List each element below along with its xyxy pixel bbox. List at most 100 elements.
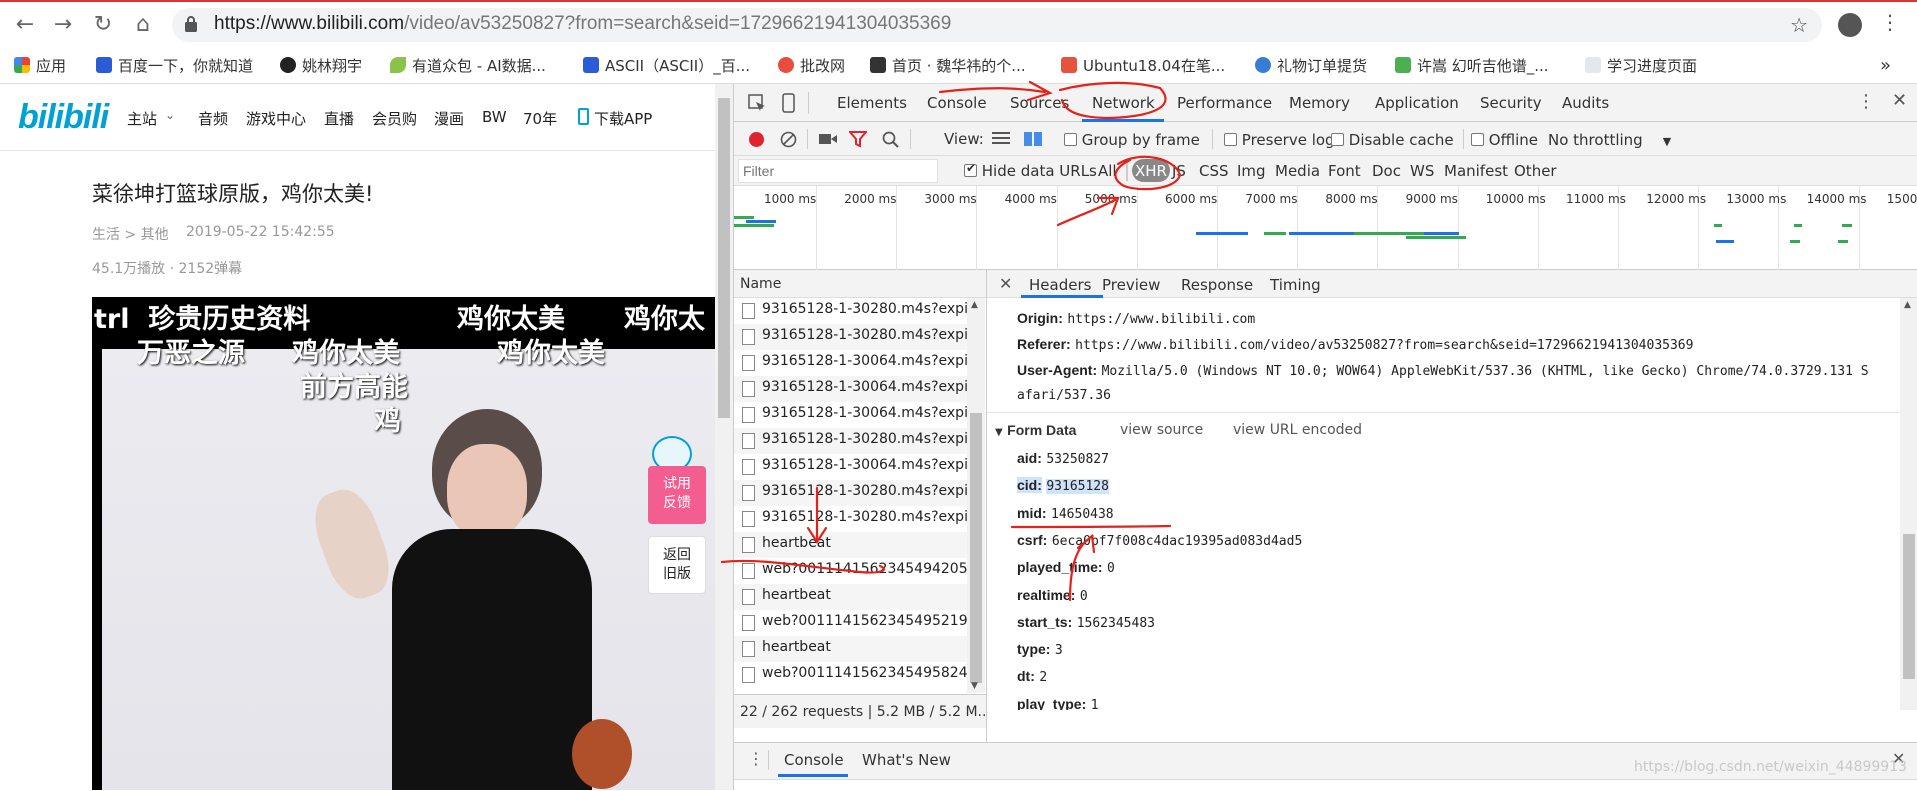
- request-row[interactable]: heartbeat: [734, 636, 974, 662]
- tab-headers[interactable]: Headers: [1029, 276, 1091, 294]
- tab-performance[interactable]: Performance: [1177, 94, 1272, 112]
- address-bar[interactable]: https://www.bilibili.com/video/av5325082…: [172, 8, 1822, 42]
- filter-type-all[interactable]: All: [1098, 162, 1117, 180]
- filter-type-manifest[interactable]: Manifest: [1444, 162, 1508, 180]
- tab-response[interactable]: Response: [1181, 276, 1253, 294]
- screenshot-icon[interactable]: [818, 132, 838, 146]
- throttling-select[interactable]: No throttling ▼: [1548, 131, 1671, 149]
- nav-70[interactable]: 70年: [523, 108, 557, 129]
- close-icon[interactable]: ✕: [1892, 90, 1907, 111]
- group-by-frame-checkbox[interactable]: Group by frame: [1064, 131, 1200, 149]
- requests-scrollbar[interactable]: ▲ ▼: [967, 298, 985, 693]
- device-toolbar-icon[interactable]: [780, 93, 798, 113]
- request-row[interactable]: 93165128-1-30280.m4s?expire: [734, 298, 974, 324]
- tab-console[interactable]: Console: [927, 94, 987, 112]
- filter-type-xhr[interactable]: XHR: [1132, 159, 1170, 182]
- checkbox[interactable]: [1064, 133, 1077, 146]
- scrollbar-thumb[interactable]: [1903, 534, 1915, 679]
- bookmark-item[interactable]: 学习进度页面: [1585, 54, 1697, 76]
- request-row[interactable]: heartbeat: [734, 532, 974, 558]
- network-timeline-overview[interactable]: 1000 ms 2000 ms 3000 ms 4000 ms 5000 ms 6000 …: [734, 186, 1917, 270]
- scroll-down-icon[interactable]: ▼: [971, 681, 978, 691]
- scroll-up-icon[interactable]: ▲: [971, 300, 978, 310]
- tab-elements[interactable]: Elements: [837, 94, 907, 112]
- request-row[interactable]: web?0011141562345495219​1...: [734, 610, 974, 636]
- scrollbar-thumb[interactable]: [718, 98, 730, 418]
- bookmark-item[interactable]: 有道众包 - AI数据...: [390, 54, 546, 76]
- tab-sources[interactable]: Sources: [1010, 94, 1069, 112]
- request-row[interactable]: 93165128-1-30064.m4s?expire: [734, 454, 974, 480]
- nav-manga[interactable]: 漫画: [434, 108, 464, 129]
- menu-icon[interactable]: ⋮: [1880, 10, 1900, 34]
- tab-preview[interactable]: Preview: [1102, 276, 1160, 294]
- filter-type-doc[interactable]: Doc: [1372, 162, 1401, 180]
- offline-checkbox[interactable]: Offline: [1467, 131, 1538, 149]
- record-icon[interactable]: [749, 132, 764, 147]
- request-row[interactable]: heartbeat: [734, 584, 974, 610]
- filter-input[interactable]: [738, 159, 938, 183]
- large-rows-icon[interactable]: [992, 132, 1010, 146]
- request-row[interactable]: 93165128-1-30280.m4s?expire: [734, 428, 974, 454]
- scroll-up-icon[interactable]: ▲: [1904, 300, 1911, 310]
- page-scrollbar[interactable]: [715, 84, 733, 790]
- star-icon[interactable]: ☆: [1790, 13, 1808, 37]
- drawer-menu-icon[interactable]: ⋮: [748, 749, 764, 768]
- waterfall-icon[interactable]: [1024, 132, 1042, 146]
- nav-download-app[interactable]: 下载APP: [594, 108, 652, 129]
- view-source-link[interactable]: view source: [1120, 422, 1203, 438]
- tab-audits[interactable]: Audits: [1562, 94, 1609, 112]
- request-row[interactable]: 93165128-1-30280.m4s?expire: [734, 324, 974, 350]
- old-version-button[interactable]: 返回 旧版: [648, 536, 706, 594]
- forward-icon[interactable]: →: [50, 12, 76, 38]
- tab-security[interactable]: Security: [1480, 94, 1542, 112]
- tab-network[interactable]: Network: [1092, 94, 1155, 112]
- drawer-tab-console[interactable]: Console: [784, 751, 844, 769]
- view-url-encoded-link[interactable]: view URL encoded: [1233, 422, 1362, 438]
- name-column-header[interactable]: Name: [734, 270, 986, 298]
- bookmark-item[interactable]: 许嵩 幻听吉他谱_...: [1395, 54, 1549, 76]
- bookmark-apps[interactable]: 应用: [14, 54, 66, 76]
- bookmarks-more[interactable]: »: [1880, 54, 1891, 76]
- checkbox[interactable]: [1471, 133, 1484, 146]
- request-row[interactable]: 93165128-1-30064.m4s?expire: [734, 402, 974, 428]
- hide-data-urls-checkbox[interactable]: ✔ Hide data URLs: [964, 161, 1097, 180]
- home-icon[interactable]: ⌂: [130, 12, 156, 38]
- search-icon[interactable]: [882, 131, 899, 148]
- disable-cache-checkbox[interactable]: Disable cache: [1331, 131, 1454, 149]
- feedback-button[interactable]: 试用 反馈: [648, 466, 706, 524]
- bookmark-item[interactable]: Ubuntu18.04在笔...: [1061, 54, 1225, 76]
- filter-type-js[interactable]: JS: [1172, 162, 1186, 180]
- checkbox[interactable]: [1224, 133, 1237, 146]
- checkbox[interactable]: [1331, 133, 1344, 146]
- filter-type-media[interactable]: Media: [1275, 162, 1320, 180]
- clear-icon[interactable]: [780, 131, 797, 148]
- bookmark-item[interactable]: 礼物订单提货: [1255, 54, 1367, 76]
- detail-scrollbar[interactable]: ▲: [1900, 298, 1917, 710]
- profile-icon[interactable]: [1838, 13, 1862, 37]
- bookmark-item[interactable]: 批改网: [778, 54, 845, 76]
- bookmark-item[interactable]: ASCII（ASCII）_百...: [583, 54, 750, 76]
- tab-application[interactable]: Application: [1375, 94, 1459, 112]
- filter-icon[interactable]: [849, 131, 867, 148]
- nav-live[interactable]: 直播: [324, 108, 354, 129]
- scrollbar-thumb[interactable]: [970, 413, 982, 683]
- form-data-section[interactable]: ▼ Form Data: [995, 422, 1076, 439]
- nav-shop[interactable]: 会员购: [372, 108, 417, 129]
- inspect-icon[interactable]: [748, 94, 766, 112]
- bookmark-item[interactable]: 姚林翔宇: [280, 54, 362, 76]
- request-row[interactable]: 93165128-1-30064.m4s?expire: [734, 350, 974, 376]
- request-row[interactable]: 93165128-1-30280.m4s?expire: [734, 480, 974, 506]
- bilibili-logo[interactable]: bilibili: [18, 98, 109, 137]
- checkbox-checked[interactable]: ✔: [964, 161, 977, 177]
- video-category[interactable]: 生活 > 其他: [92, 224, 169, 244]
- filter-type-css[interactable]: CSS: [1199, 162, 1229, 180]
- request-row[interactable]: 93165128-1-30064.m4s?expire: [734, 376, 974, 402]
- nav-main[interactable]: 主站: [127, 108, 157, 129]
- filter-type-other[interactable]: Other: [1514, 162, 1557, 180]
- video-player[interactable]: trl 珍贵历史资料 鸡你太美 鸡你太 万恶之源 鸡你太美 鸡你太美 前方高能 …: [92, 297, 715, 790]
- bookmark-item[interactable]: 百度一下，你就知道: [96, 54, 253, 76]
- tab-memory[interactable]: Memory: [1289, 94, 1350, 112]
- devtools-menu-icon[interactable]: ⋮: [1857, 91, 1875, 112]
- bookmark-item[interactable]: 首页 · 魏华祎的个...: [870, 54, 1026, 76]
- back-icon[interactable]: ←: [12, 12, 38, 38]
